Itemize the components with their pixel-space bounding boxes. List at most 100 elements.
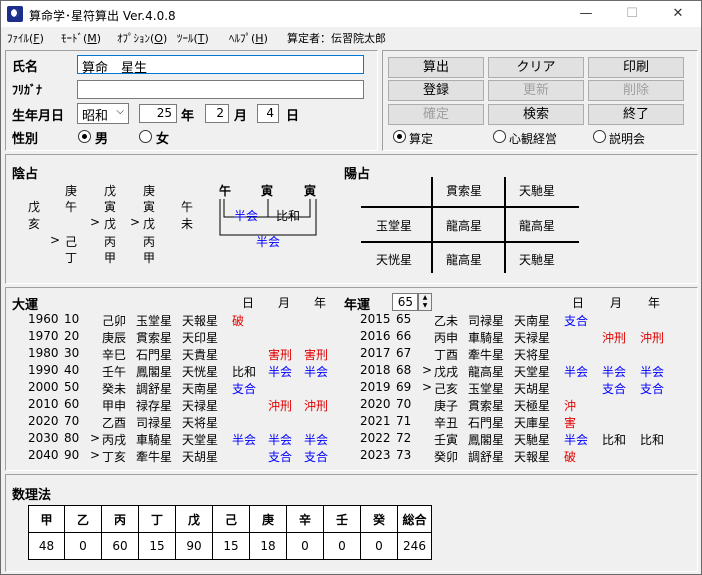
update-button[interactable]: 更新 xyxy=(488,80,584,101)
nenun-age: 69 xyxy=(396,380,412,394)
nenun-year: 2015 xyxy=(360,312,391,326)
menu-help[interactable]: ﾍﾙﾌﾟ(H) xyxy=(229,30,268,46)
youzen-vline-2 xyxy=(504,177,506,273)
calc-button[interactable]: 算出 xyxy=(388,57,484,78)
maximize-button[interactable]: ☐ xyxy=(609,1,655,27)
nenun-year: 2016 xyxy=(360,329,391,343)
nenun-star-main: 調舒星 xyxy=(468,450,505,464)
taiun-relation: 支合 xyxy=(232,382,257,396)
suri-value-cell: 60 xyxy=(101,532,139,560)
taiun-relation: 害刑 xyxy=(304,348,329,362)
nenun-star-sub: 天将星 xyxy=(514,348,551,362)
suri-header-cell: 甲 xyxy=(28,505,65,533)
suri-value-cell: 0 xyxy=(286,532,324,560)
nenun-relation: 支合 xyxy=(564,314,589,328)
nenun-age-spinner[interactable]: ▲ ▼ xyxy=(418,293,432,311)
delete-button[interactable]: 削除 xyxy=(588,80,684,101)
taiun-relation: 支合 xyxy=(268,450,293,464)
nenun-relation: 半会 xyxy=(602,365,627,379)
kana-label: ﾌﾘｶﾞﾅ xyxy=(12,83,43,97)
taiun-kanshi: 己卯 xyxy=(102,314,127,328)
suri-header-cell: 乙 xyxy=(64,505,102,533)
nenun-star-main: 司禄星 xyxy=(468,314,505,328)
confirm-button[interactable]: 確定 xyxy=(388,104,484,125)
nenun-relation: 半会 xyxy=(564,433,589,447)
menu-file[interactable]: ﾌｧｲﾙ(F) xyxy=(7,30,44,46)
taiun-col-month: 月 xyxy=(278,296,291,310)
menu-mode[interactable]: ﾓｰﾄﾞ(M) xyxy=(61,30,101,46)
close-button[interactable]: ✕ xyxy=(655,1,701,27)
action-panel: 算出 クリア 印刷 登録 更新 削除 確定 検索 終了 算定 心観経営 説明会 xyxy=(382,50,698,151)
nenun-kanshi: 乙未 xyxy=(434,314,459,328)
nenun-relation: 半会 xyxy=(640,365,665,379)
month-input[interactable]: 2 xyxy=(205,104,229,123)
era-select[interactable]: 昭和 ⌵ xyxy=(77,103,129,124)
nenun-year: 2020 xyxy=(360,397,391,411)
taiun-kanshi: 庚辰 xyxy=(102,331,127,345)
taiun-star-sub: 天堂星 xyxy=(182,433,219,447)
minimize-button[interactable]: — xyxy=(563,1,609,27)
taiun-star-main: 調舒星 xyxy=(136,382,173,396)
nenun-relation: 沖 xyxy=(564,399,577,413)
day-input[interactable]: 4 xyxy=(257,104,279,123)
mode-radio-santei[interactable] xyxy=(393,130,406,143)
taiun-age: 70 xyxy=(64,414,80,428)
nenun-star-sub: 天胡星 xyxy=(514,382,551,396)
suri-header-cell: 丙 xyxy=(101,505,139,533)
inyou-heading-month: 戊 xyxy=(104,184,117,198)
taiun-age: 20 xyxy=(64,329,80,343)
nenun-star-main: 牽牛星 xyxy=(468,348,505,362)
youzen-hline-2 xyxy=(361,241,579,243)
female-radio[interactable] xyxy=(139,130,152,143)
mode-radio-shinkan[interactable] xyxy=(493,130,506,143)
year-input[interactable]: 25 xyxy=(139,104,177,123)
taiun-star-main: 石門星 xyxy=(136,348,173,362)
window-title: 算命学･星符算出 Ver.4.0.8 xyxy=(29,9,176,23)
taiun-star-sub: 天禄星 xyxy=(182,399,219,413)
inyou-youzen-panel: 陰占 庚 戊 庚 戊 午 寅 寅 午 亥 > 戊 > 戊 未 > 己 丙 丙 丁… xyxy=(5,154,698,284)
nenun-year: 2019 xyxy=(360,380,391,394)
inyou-cell: 甲 xyxy=(143,251,156,265)
clear-button[interactable]: クリア xyxy=(488,57,584,78)
inyou-cell: 亥 xyxy=(28,217,41,231)
nenun-kanshi: 己亥 xyxy=(434,382,459,396)
taiun-col-day: 日 xyxy=(242,296,255,310)
youzen-north: 貫索星 xyxy=(446,184,483,198)
taiun-star-main: 司禄星 xyxy=(136,416,173,430)
inyou-cell: 未 xyxy=(181,217,194,231)
youzen-ne: 天馳星 xyxy=(519,184,556,198)
search-button[interactable]: 検索 xyxy=(488,104,584,125)
nenun-kanshi: 庚子 xyxy=(434,399,459,413)
menu-options[interactable]: ｵﾌﾟｼｮﾝ(O) xyxy=(117,30,167,46)
inyou-cell: 戊 xyxy=(28,200,41,214)
inyou-arrow: > xyxy=(90,215,101,229)
nenun-age-input[interactable]: 65 xyxy=(392,293,418,311)
youzen-hline-1 xyxy=(361,206,579,208)
taiun-year: 1990 xyxy=(28,363,59,377)
suri-table: 甲乙丙丁戊己庚辛壬癸総合 48 0 60 15 90 15 18 0 0 0 246 xyxy=(28,505,432,560)
taiun-age: 80 xyxy=(64,431,80,445)
nenun-star-main: 石門星 xyxy=(468,416,505,430)
nenun-year: 2018 xyxy=(360,363,391,377)
youzen-west: 玉堂星 xyxy=(376,219,413,233)
suri-header-cell: 戊 xyxy=(175,505,213,533)
mode-radio-setsumei[interactable] xyxy=(593,130,606,143)
nenun-star-main: 貫索星 xyxy=(468,399,505,413)
taiun-age: 90 xyxy=(64,448,80,462)
exit-button[interactable]: 終了 xyxy=(588,104,684,125)
inyou-cell: 寅 xyxy=(143,200,156,214)
nenun-star-sub: 天堂星 xyxy=(514,365,551,379)
inyou-cell: 丁 xyxy=(65,251,78,265)
menu-tools[interactable]: ﾂｰﾙ(T) xyxy=(177,30,209,46)
chevron-down-icon: ⌵ xyxy=(116,106,124,117)
taiun-star-main: 禄存星 xyxy=(136,399,173,413)
youzen-title: 陽占 xyxy=(344,167,371,182)
register-button[interactable]: 登録 xyxy=(388,80,484,101)
nenun-relation: 比和 xyxy=(640,433,665,447)
print-button[interactable]: 印刷 xyxy=(588,57,684,78)
kana-input[interactable] xyxy=(77,80,364,99)
nenun-col-month: 月 xyxy=(610,296,623,310)
name-input[interactable]: 算命 星生 xyxy=(77,55,364,76)
male-radio[interactable] xyxy=(78,130,91,143)
suri-title: 数理法 xyxy=(12,488,52,503)
